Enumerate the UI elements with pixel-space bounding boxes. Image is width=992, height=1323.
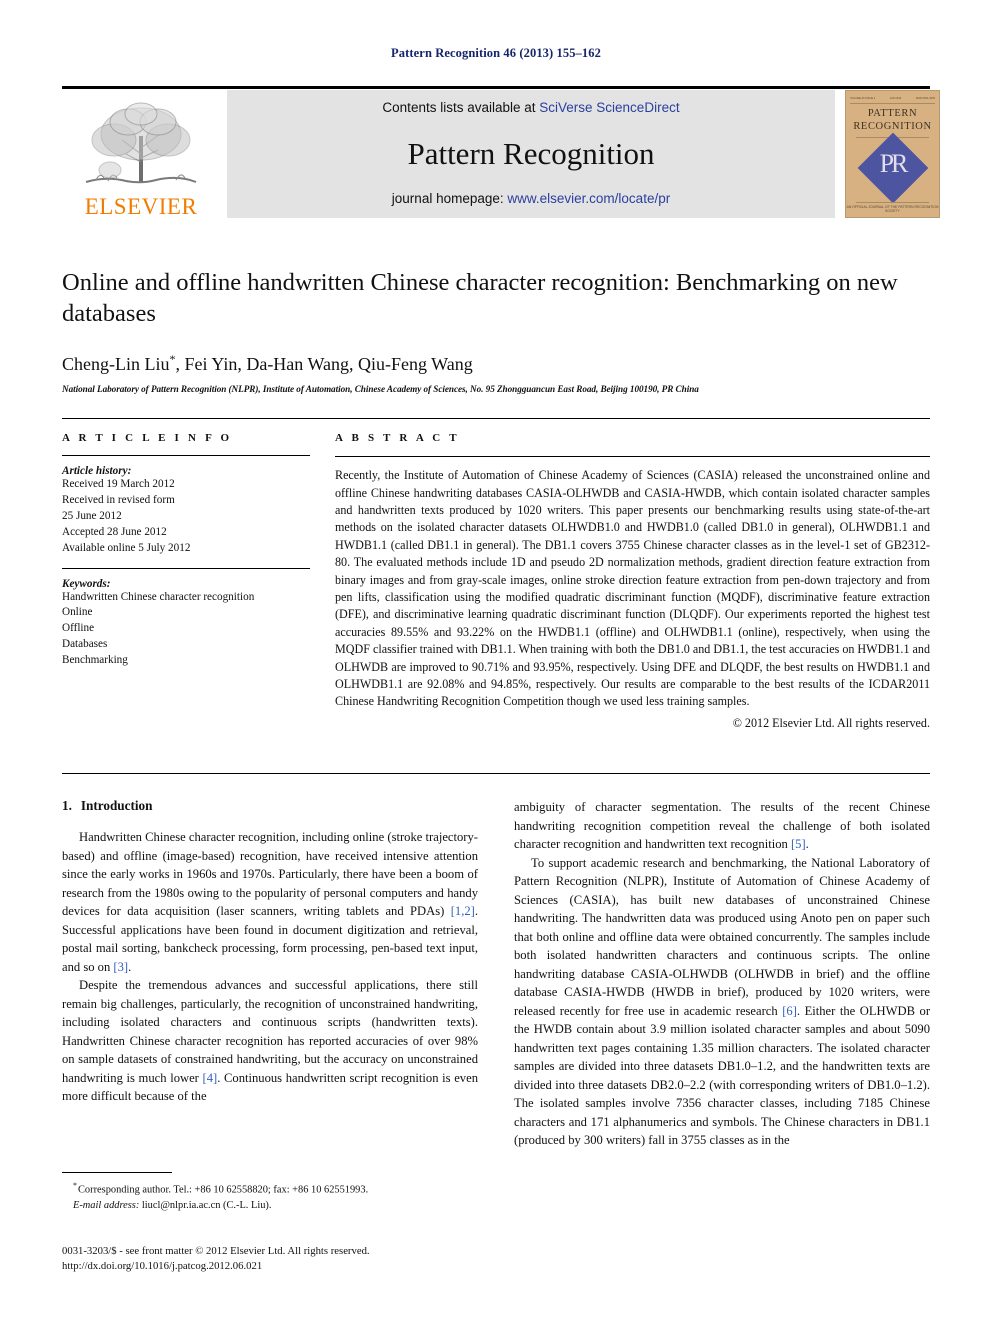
cover-issn: ISSN 0031-3203 xyxy=(915,97,935,100)
sciencedirect-link[interactable]: SciVerse ScienceDirect xyxy=(539,100,679,115)
article-info-heading: A R T I C L E I N F O xyxy=(62,432,233,444)
page-title: Online and offline handwritten Chinese c… xyxy=(62,269,898,327)
elsevier-tree-icon xyxy=(85,102,197,184)
article-info-column: A R T I C L E I N F O Article history: R… xyxy=(62,432,310,669)
paper-page: Pattern Recognition 46 (2013) 155–162 EL… xyxy=(0,0,992,1323)
journal-name: Pattern Recognition xyxy=(407,135,655,171)
elsevier-wordmark: ELSEVIER xyxy=(84,194,198,219)
corresponding-author-text: Corresponding author. Tel.: +86 10 62558… xyxy=(78,1184,369,1196)
footnote-rule xyxy=(62,1172,172,1173)
corresponding-author-name: Cheng-Lin Liu xyxy=(62,353,170,374)
keyword-item: Offline xyxy=(62,622,95,635)
footnote-area: *Corresponding author. Tel.: +86 10 6255… xyxy=(62,1172,478,1213)
keywords-rule xyxy=(62,567,310,569)
keyword-item: Databases xyxy=(62,638,108,651)
abstract-column: A B S T R A C T Recently, the Institute … xyxy=(335,432,930,731)
cover-title-line1: PATTERN xyxy=(867,108,918,119)
contents-available-line: Contents lists available at SciVerse Sci… xyxy=(382,100,679,115)
paragraph-text: Handwritten Chinese character recognitio… xyxy=(62,830,478,918)
keyword-item: Online xyxy=(62,606,93,619)
abstract-text: Recently, the Institute of Automation of… xyxy=(335,468,930,709)
body-column-left: 1. Introduction Handwritten Chinese chara… xyxy=(62,798,478,1106)
journal-homepage-link[interactable]: www.elsevier.com/locate/pr xyxy=(507,191,670,206)
elsevier-logo: ELSEVIER xyxy=(62,90,220,218)
footnote-star-icon: * xyxy=(73,1181,77,1190)
keyword-item: Benchmarking xyxy=(62,654,128,667)
journal-cover-thumbnail: VOLUME 46 ISSUE 1 JAN 2013 ISSN 0031-320… xyxy=(845,90,940,218)
article-info-rule xyxy=(62,455,310,456)
title-block: Online and offline handwritten Chinese c… xyxy=(62,268,930,394)
info-top-rule xyxy=(62,418,930,420)
contents-prefix: Contents lists available at xyxy=(382,100,540,115)
running-head: Pattern Recognition 46 (2013) 155–162 xyxy=(391,46,601,60)
history-line: 25 June 2012 xyxy=(62,509,122,522)
citation-link[interactable]: [3] xyxy=(113,960,128,974)
cover-monogram: PR xyxy=(879,149,909,178)
paragraph-text: ambiguity of character segmentation. The… xyxy=(514,800,930,851)
citation-link[interactable]: [6] xyxy=(782,1004,797,1018)
citation-link[interactable]: [5] xyxy=(791,837,806,851)
article-history-label: Article history: xyxy=(62,465,132,477)
citation-link[interactable]: [4] xyxy=(203,1071,218,1085)
history-line: Accepted 28 June 2012 xyxy=(62,525,167,538)
journal-masthead: ELSEVIER Contents lists available at Sci… xyxy=(62,86,940,218)
affiliation: National Laboratory of Pattern Recogniti… xyxy=(62,383,699,394)
body-column-right: ambiguity of character segmentation. The… xyxy=(514,798,930,1150)
history-line: Available online 5 July 2012 xyxy=(62,541,191,554)
paragraph: Handwritten Chinese character recognitio… xyxy=(62,828,478,976)
section-title: Introduction xyxy=(80,798,153,813)
history-line: Received 19 March 2012 xyxy=(62,478,175,490)
sciencedirect-band: Contents lists available at SciVerse Sci… xyxy=(227,90,835,218)
cover-date: JAN 2013 xyxy=(889,97,902,100)
keywords-block: Keywords: Handwritten Chinese character … xyxy=(62,578,310,670)
imprint-block: 0031-3203/$ - see front matter © 2012 El… xyxy=(62,1244,542,1274)
cover-society-line: AN OFFICIAL JOURNAL OF THE PATTERN RECOG… xyxy=(846,205,939,213)
corresponding-author-footnote: *Corresponding author. Tel.: +86 10 6255… xyxy=(62,1180,478,1198)
cover-title: PATTERN RECOGNITION xyxy=(846,107,939,133)
paragraph-text: . xyxy=(128,959,132,974)
paragraph-text: To support academic research and benchma… xyxy=(514,855,930,1018)
other-authors: , Fei Yin, Da-Han Wang, Qiu-Feng Wang xyxy=(175,353,473,374)
paragraph: ambiguity of character segmentation. The… xyxy=(514,798,930,854)
abstract-rule xyxy=(335,456,930,458)
masthead-top-rule xyxy=(62,86,930,89)
cover-volume: VOLUME 46 ISSUE 1 xyxy=(850,97,876,100)
section-number: 1. xyxy=(62,798,72,813)
cover-topbar: VOLUME 46 ISSUE 1 JAN 2013 ISSN 0031-320… xyxy=(850,94,935,104)
email-address-value[interactable]: liucl@nlpr.ia.ac.cn (C.-L. Liu). xyxy=(142,1200,272,1211)
cover-rule-bottom xyxy=(856,202,929,203)
homepage-prefix: journal homepage: xyxy=(391,191,508,206)
email-footnote: E-mail address: liucl@nlpr.ia.ac.cn (C.-… xyxy=(62,1198,478,1213)
history-line: Received in revised form xyxy=(62,493,175,506)
keywords-label: Keywords: xyxy=(62,577,111,590)
section-heading-introduction: 1. Introduction xyxy=(62,798,478,814)
paragraph: To support academic research and benchma… xyxy=(514,854,930,1150)
issn-front-matter: 0031-3203/$ - see front matter © 2012 El… xyxy=(62,1245,370,1257)
paragraph-text: Despite the tremendous advances and succ… xyxy=(62,978,478,1085)
abstract-heading: A B S T R A C T xyxy=(335,432,460,444)
author-list: Cheng-Lin Liu*, Fei Yin, Da-Han Wang, Qi… xyxy=(62,352,930,375)
keyword-item: Handwritten Chinese character recognitio… xyxy=(62,590,255,603)
paragraph-text: . xyxy=(805,837,809,851)
paragraph: Despite the tremendous advances and succ… xyxy=(62,976,478,1106)
email-address-label: E-mail address: xyxy=(73,1199,140,1211)
copyright-line: © 2012 Elsevier Ltd. All rights reserved… xyxy=(732,715,930,730)
citation-link[interactable]: [1,2] xyxy=(451,904,475,918)
journal-homepage-line: journal homepage: www.elsevier.com/locat… xyxy=(392,191,670,206)
paragraph-text: . Either the OLHWDB or the HWDB contain … xyxy=(514,1003,931,1148)
doi-link[interactable]: http://dx.doi.org/10.1016/j.patcog.2012.… xyxy=(62,1259,542,1274)
info-bottom-rule xyxy=(62,773,930,775)
